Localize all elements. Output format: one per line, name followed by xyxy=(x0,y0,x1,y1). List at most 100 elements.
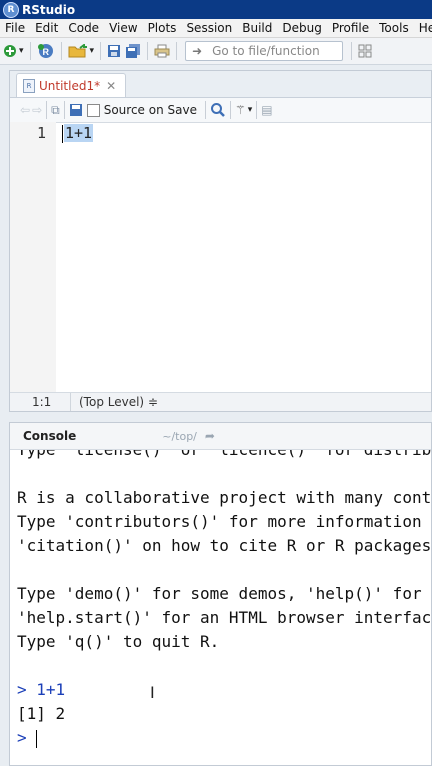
console-line: 'help.start()' for an HTML browser inter… xyxy=(17,606,431,630)
open-file-button[interactable]: ▾ xyxy=(68,41,94,61)
main-toolbar: ▾ R ▾ ➜ Go to file/function xyxy=(0,38,432,65)
window-title: RStudio xyxy=(22,2,76,17)
console-text-cursor xyxy=(36,729,38,748)
console-line: 'citation()' on how to cite R or R packa… xyxy=(17,534,431,558)
goto-directory-icon[interactable]: ➦ xyxy=(205,429,215,443)
floppy-icon xyxy=(108,45,121,57)
plus-circle-icon xyxy=(4,45,16,57)
code-line[interactable]: 1+1 xyxy=(62,122,431,144)
r-script-icon: R xyxy=(23,78,35,93)
scope-selector[interactable]: (Top Level) ≑ xyxy=(70,393,158,411)
menu-edit[interactable]: Edit xyxy=(30,21,63,35)
toolbar-divider xyxy=(256,101,258,119)
console-tab-label[interactable]: Console xyxy=(10,429,76,443)
title-bar: R RStudio xyxy=(0,0,432,19)
goto-arrow-icon: ➜ xyxy=(192,44,203,58)
save-script-icon[interactable] xyxy=(69,103,83,117)
floppy-multi-icon xyxy=(126,44,141,58)
console-output-text: Type 'license()' or 'licence()' for dist… xyxy=(17,450,431,459)
console-prompt: > xyxy=(17,680,27,699)
toolbar-divider xyxy=(351,42,353,60)
toolbar-divider xyxy=(147,42,149,60)
rstudio-logo-icon: R xyxy=(3,1,19,18)
console-prompt: > xyxy=(17,728,27,747)
back-arrow-icon[interactable]: ⇦ xyxy=(20,103,30,117)
menu-bar: File Edit Code View Plots Session Build Debug Pr… xyxy=(0,19,432,38)
console-line: Type 'contributors()' for more informati… xyxy=(17,510,431,534)
magic-wand-icon[interactable]: ⚚ xyxy=(235,103,246,117)
editor-status-bar: 1:1 (Top Level) ≑ xyxy=(10,392,431,411)
console-output-text: 'help.start()' for an HTML browser inter… xyxy=(17,608,432,627)
console-output-text: Type 'demo()' for some demos, 'help()' f… xyxy=(17,584,422,603)
console-pane: Console ~/top/ ➦ Type 'license()' or 'li… xyxy=(9,422,432,766)
forward-arrow-icon[interactable]: ⇨ xyxy=(32,103,42,117)
console-output-text: [1] 2 xyxy=(17,704,66,723)
console-input-text: 1+1 xyxy=(36,680,66,699)
menu-file[interactable]: File xyxy=(0,21,30,35)
toolbar-divider xyxy=(176,42,178,60)
console-output-text: 'citation()' on how to cite R or R packa… xyxy=(17,536,432,555)
menu-plots[interactable]: Plots xyxy=(143,21,182,35)
console-line: Type 'license()' or 'licence()' for dist… xyxy=(17,450,431,462)
mouse-ibeam-cursor-icon: I xyxy=(150,683,155,702)
new-file-button[interactable]: ▾ xyxy=(3,41,24,61)
source-on-save-checkbox[interactable] xyxy=(86,103,100,117)
menu-session[interactable]: Session xyxy=(181,21,237,35)
menu-tools[interactable]: Tools xyxy=(374,21,414,35)
r-project-icon: R xyxy=(37,44,53,58)
console-output-text: Type 'q()' to quit R. xyxy=(17,632,220,651)
console-line: > xyxy=(17,726,431,750)
console-output-text: Type 'contributors()' for more informati… xyxy=(17,512,432,531)
menu-help[interactable]: Help xyxy=(414,21,432,35)
close-tab-icon[interactable]: ✕ xyxy=(106,79,116,93)
toolbar-divider xyxy=(229,101,231,119)
grid-layout-icon xyxy=(358,44,372,58)
source-editor-pane: R Untitled1* ✕ ⇦ ⇨ ⧉ Source on Save ⚚ ▾ … xyxy=(9,70,432,412)
menu-view[interactable]: View xyxy=(104,21,142,35)
line-number-gutter: 1 xyxy=(10,122,56,394)
editor-toolbar: ⇦ ⇨ ⧉ Source on Save ⚚ ▾ ▤ xyxy=(10,98,431,123)
code-area[interactable]: 1 1+1 xyxy=(10,122,431,394)
console-header: Console ~/top/ ➦ xyxy=(10,423,431,450)
console-output-text: R is a collaborative project with many c… xyxy=(17,488,432,507)
console-line: R is a collaborative project with many c… xyxy=(17,486,431,510)
pane-layout-button[interactable] xyxy=(358,41,372,61)
show-in-window-icon[interactable]: ⧉ xyxy=(51,103,60,118)
working-directory-path: ~/top/ xyxy=(162,429,197,443)
compile-report-icon[interactable]: ▤ xyxy=(261,103,272,117)
code-text[interactable]: 1+1 xyxy=(56,122,431,394)
editor-tab-strip: R Untitled1* ✕ xyxy=(10,71,431,98)
goto-placeholder: Go to file/function xyxy=(212,44,320,58)
toolbar-divider xyxy=(63,101,65,119)
print-button[interactable] xyxy=(154,41,170,61)
chevron-down-icon[interactable]: ▾ xyxy=(248,105,253,115)
toolbar-divider xyxy=(100,42,102,60)
console-output[interactable]: Type 'license()' or 'licence()' for dist… xyxy=(10,450,431,750)
save-button[interactable] xyxy=(107,41,121,61)
text-cursor xyxy=(62,124,63,143)
selected-code[interactable]: 1+1 xyxy=(64,124,94,142)
toolbar-divider xyxy=(204,101,206,119)
cursor-position: 1:1 xyxy=(32,395,52,409)
new-project-button[interactable]: R xyxy=(37,41,55,61)
console-line: Type 'demo()' for some demos, 'help()' f… xyxy=(17,582,431,606)
menu-code[interactable]: Code xyxy=(63,21,104,35)
console-line: Type 'q()' to quit R. xyxy=(17,630,431,654)
tab-untitled1[interactable]: R Untitled1* ✕ xyxy=(16,73,126,97)
console-line: [1] 2 xyxy=(17,702,431,726)
toolbar-divider xyxy=(46,101,48,119)
toolbar-divider xyxy=(29,42,31,60)
menu-debug[interactable]: Debug xyxy=(277,21,326,35)
tab-label: Untitled1* xyxy=(39,78,101,93)
menu-build[interactable]: Build xyxy=(237,21,277,35)
printer-icon xyxy=(154,44,170,58)
goto-file-function-input[interactable]: ➜ Go to file/function xyxy=(185,41,344,61)
toolbar-divider xyxy=(60,42,62,60)
menu-profile[interactable]: Profile xyxy=(327,21,374,35)
folder-open-icon xyxy=(68,44,87,58)
line-number: 1 xyxy=(36,124,46,142)
magnifier-icon[interactable] xyxy=(210,102,226,118)
save-all-button[interactable] xyxy=(125,41,141,61)
